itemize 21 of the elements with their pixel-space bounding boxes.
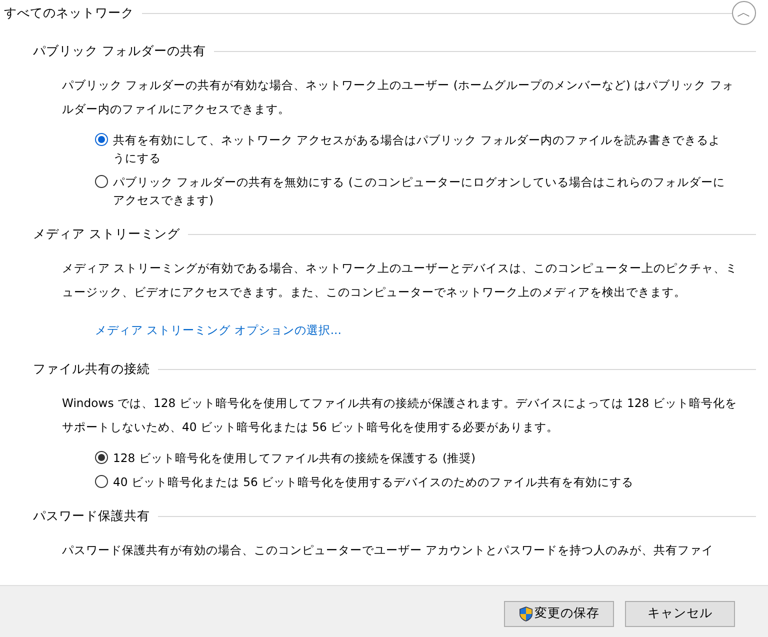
section-title: すべてのネットワーク <box>4 4 134 22</box>
radio-label[interactable]: パブリック フォルダーの共有を無効にする (このコンピューターにログオンしている場合はこれらのフォルダーにアクセスできます) <box>113 173 728 209</box>
radio-label[interactable]: 128 ビット暗号化を使用してファイル共有の接続を保護する (推奨) <box>113 449 476 467</box>
group-title: ファイル共有の接続 <box>33 360 150 378</box>
cancel-button[interactable]: キャンセル <box>625 600 735 626</box>
group-title: メディア ストリーミング <box>33 226 180 242</box>
description-text: Windows では、128 ビット暗号化を使用してファイル共有の接続が保護されます。デバイスによっては 128 ビット暗号化をサポートしないため、40 ビット暗号化または 56 ビット暗号化を使用する必要があります。 <box>62 395 738 436</box>
group-title: パブリック フォルダーの共有 <box>33 42 206 60</box>
description-text: メディア ストリーミングが有効である場合、ネットワーク上のユーザーとデバイスは、このコンピューター上のピクチャ、ミュージック、ビデオにアクセスできます。また、このコンピューターでネットワーク上のメディアを検出できます。 <box>62 260 738 301</box>
description-text: パスワード保護共有が有効の場合、このコンピューターでユーザー アカウントとパスワードを持つ人のみが、共有ファイ <box>62 542 715 559</box>
radio-button[interactable] <box>95 451 108 464</box>
save-button[interactable]: 変更の保存 <box>504 600 614 626</box>
radio-label[interactable]: 40 ビット暗号化または 56 ビット暗号化を使用するデバイスのためのファイル共有を有効にする <box>113 473 634 491</box>
radio-button[interactable] <box>95 175 108 188</box>
radio-label[interactable]: 共有を有効にして、ネットワーク アクセスがある場合はパブリック フォルダー内のファイルを読み書きできるようにする <box>113 131 728 167</box>
radio-button[interactable] <box>95 475 108 488</box>
description-text: パブリック フォルダーの共有が有効な場合、ネットワーク上のユーザー (ホームグループのメンバーなど) はパブリック フォルダー内のファイルにアクセスできます。 <box>62 77 735 118</box>
radio-button[interactable] <box>95 133 108 146</box>
options-link[interactable]: メディア ストリーミング オプションの選択... <box>95 323 342 338</box>
collapse-button[interactable]: ︿ <box>732 1 756 25</box>
group-title: パスワード保護共有 <box>33 508 150 524</box>
